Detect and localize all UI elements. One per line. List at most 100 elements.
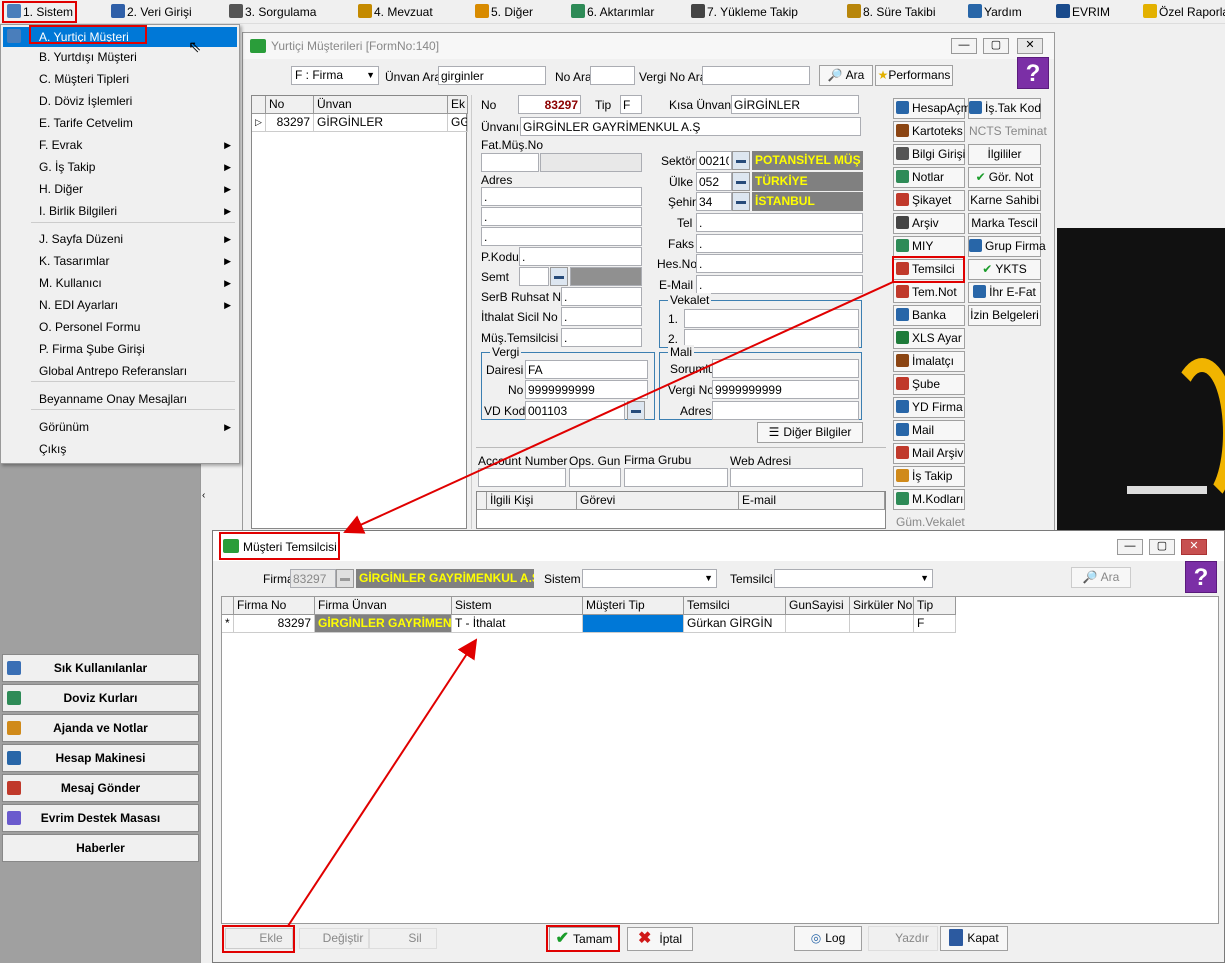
- dropdown-item[interactable]: Global Antrepo Referansları: [3, 361, 237, 381]
- adres-line-3[interactable]: [481, 227, 642, 246]
- rep-grid[interactable]: Firma No Firma Ünvan Sistem Müşteri Tip …: [221, 596, 1219, 924]
- close-button[interactable]: ✕: [1017, 38, 1043, 54]
- rep-header-gunsayisi[interactable]: GunSayisi: [786, 597, 850, 615]
- side-button[interactable]: Temsilci: [893, 259, 965, 280]
- vekalet-1-field[interactable]: [684, 309, 859, 328]
- unvan-field[interactable]: [520, 117, 861, 136]
- quick-haberler[interactable]: Haberler: [2, 834, 199, 862]
- side-button[interactable]: Mail: [893, 420, 965, 441]
- rep-cell-sistem[interactable]: T - İthalat: [452, 615, 583, 633]
- rep-cell-gunsayisi[interactable]: [786, 615, 850, 633]
- side-button[interactable]: Bilgi Girişi: [893, 144, 965, 165]
- mali-sorumlu-field[interactable]: [712, 359, 859, 378]
- rep-header-firma-no[interactable]: Firma No: [234, 597, 315, 615]
- rep-header-tip[interactable]: Tip: [914, 597, 956, 615]
- temsilci-select[interactable]: ▼: [774, 569, 933, 588]
- tip-field[interactable]: [620, 95, 642, 114]
- side-button[interactable]: Notlar: [893, 167, 965, 188]
- sehir-lookup-icon[interactable]: ▬: [732, 192, 750, 211]
- dropdown-item[interactable]: A. Yurtiçi Müşteri: [3, 27, 237, 47]
- ulke-code-field[interactable]: [696, 172, 732, 191]
- collapse-arrow-icon[interactable]: ‹: [202, 490, 205, 501]
- vd-kod-field[interactable]: [525, 401, 625, 420]
- mus-tem2-field[interactable]: [561, 328, 642, 347]
- dropdown-item[interactable]: Çıkış: [3, 439, 237, 459]
- contacts-grid[interactable]: İlgili Kişi Görevi E-mail: [476, 491, 886, 529]
- quick-calculator[interactable]: Hesap Makinesi: [2, 744, 199, 772]
- side-button[interactable]: HesapAçma: [893, 98, 977, 119]
- tel-field[interactable]: [696, 213, 863, 232]
- rep-header-firma-unvan[interactable]: Firma Ünvan: [315, 597, 452, 615]
- sil-button[interactable]: Sil: [369, 928, 437, 949]
- filter-select[interactable]: F : Firma ▼: [291, 66, 379, 85]
- quick-agenda[interactable]: Ajanda ve Notlar: [2, 714, 199, 742]
- menu-aktarimlar[interactable]: 6. Aktarımlar: [568, 3, 657, 21]
- web-adresi-field[interactable]: [730, 468, 863, 487]
- side-button[interactable]: ✔ YKTS: [968, 259, 1041, 280]
- iptal-button[interactable]: ✖ İptal: [627, 927, 693, 951]
- semt-lookup-icon[interactable]: ▬: [550, 267, 568, 286]
- adres-line-2[interactable]: [481, 207, 642, 226]
- sistem-select[interactable]: ▼: [582, 569, 717, 588]
- menu-yukleme-takip[interactable]: 7. Yükleme Takip: [688, 3, 801, 21]
- side-button[interactable]: M.Kodları: [893, 489, 965, 510]
- tamam-button[interactable]: ✔ Tamam: [549, 927, 619, 951]
- contacts-header-gorevi[interactable]: Görevi: [577, 492, 739, 510]
- firma-grubu-field[interactable]: [624, 468, 728, 487]
- diger-bilgiler-button[interactable]: ☰ Diğer Bilgiler: [757, 422, 863, 443]
- dropdown-item[interactable]: C. Müşteri Tipleri: [3, 69, 237, 89]
- pkodu-field[interactable]: [519, 247, 642, 266]
- rep-header-musteri-tip[interactable]: Müşteri Tip: [583, 597, 684, 615]
- sehir-code-field[interactable]: [696, 192, 732, 211]
- account-number-field[interactable]: [478, 468, 566, 487]
- menu-help[interactable]: Yardım: [965, 3, 1025, 21]
- kisa-unvan-field[interactable]: [731, 95, 859, 114]
- menu-veri-girisi[interactable]: 2. Veri Girişi: [108, 3, 195, 21]
- rep-cell-musteri-tip[interactable]: [583, 615, 684, 633]
- dropdown-item[interactable]: F. Evrak ▶: [3, 135, 237, 155]
- quick-currency[interactable]: Doviz Kurları: [2, 684, 199, 712]
- adres-line-1[interactable]: [481, 187, 642, 206]
- side-button[interactable]: MIY: [893, 236, 965, 257]
- list-cell-no[interactable]: 83297: [266, 114, 314, 132]
- rep-cell-firma-no[interactable]: 83297: [234, 615, 315, 633]
- side-button[interactable]: İhr E-Fat: [968, 282, 1041, 303]
- menu-star[interactable]: Özel Raporla: [1140, 3, 1225, 21]
- dropdown-item[interactable]: E. Tarife Cetvelim: [3, 113, 237, 133]
- kapat-button[interactable]: Kapat: [940, 926, 1008, 951]
- dropdown-item[interactable]: P. Firma Şube Girişi: [3, 339, 237, 359]
- dropdown-item[interactable]: I. Birlik Bilgileri ▶: [3, 201, 237, 221]
- menu-mevzuat[interactable]: 4. Mevzuat: [355, 3, 436, 21]
- dropdown-item[interactable]: Beyanname Onay Mesajları: [3, 389, 237, 409]
- vergi-no-ara-input[interactable]: [702, 66, 810, 85]
- dropdown-item[interactable]: O. Personel Formu: [3, 317, 237, 337]
- close-button[interactable]: ✕: [1181, 539, 1207, 555]
- side-button[interactable]: Tem.Not: [893, 282, 965, 303]
- dropdown-item[interactable]: J. Sayfa Düzeni ▶: [3, 229, 237, 249]
- quick-favorites[interactable]: Sık Kullanılanlar: [2, 654, 199, 682]
- side-button[interactable]: İlgililer: [968, 144, 1041, 165]
- mali-vergi-no-field[interactable]: [712, 380, 859, 399]
- rep-header-temsilci[interactable]: Temsilci: [684, 597, 786, 615]
- side-button[interactable]: YD Firma: [893, 397, 965, 418]
- rep-cell-firma-unvan[interactable]: GİRGİNLER GAYRİMENKUL: [315, 615, 452, 633]
- menu-sistem[interactable]: 1. Sistem: [4, 3, 76, 21]
- semt-code-field[interactable]: [519, 267, 549, 286]
- side-button[interactable]: XLS Ayar: [893, 328, 965, 349]
- serb-field[interactable]: [561, 287, 642, 306]
- maximize-button[interactable]: ▢: [1149, 539, 1175, 555]
- menu-sure-takibi[interactable]: 8. Süre Takibi: [844, 3, 939, 21]
- performans-button[interactable]: ★Performans: [875, 65, 953, 86]
- vergi-no-field[interactable]: [525, 380, 648, 399]
- dropdown-item[interactable]: H. Diğer ▶: [3, 179, 237, 199]
- rep-header-sistem[interactable]: Sistem: [452, 597, 583, 615]
- help-icon[interactable]: ?: [1017, 57, 1049, 89]
- help-icon[interactable]: ?: [1185, 561, 1217, 593]
- rep-cell-tip[interactable]: F: [914, 615, 956, 633]
- side-button[interactable]: ✔ Gör. Not: [968, 167, 1041, 188]
- dropdown-item[interactable]: G. İş Takip ▶: [3, 157, 237, 177]
- dropdown-item[interactable]: M. Kullanıcı ▶: [3, 273, 237, 293]
- side-button[interactable]: Grup Firma: [968, 236, 1046, 257]
- fat-mus-no-field[interactable]: [481, 153, 539, 172]
- ekle-button[interactable]: Ekle: [225, 928, 293, 949]
